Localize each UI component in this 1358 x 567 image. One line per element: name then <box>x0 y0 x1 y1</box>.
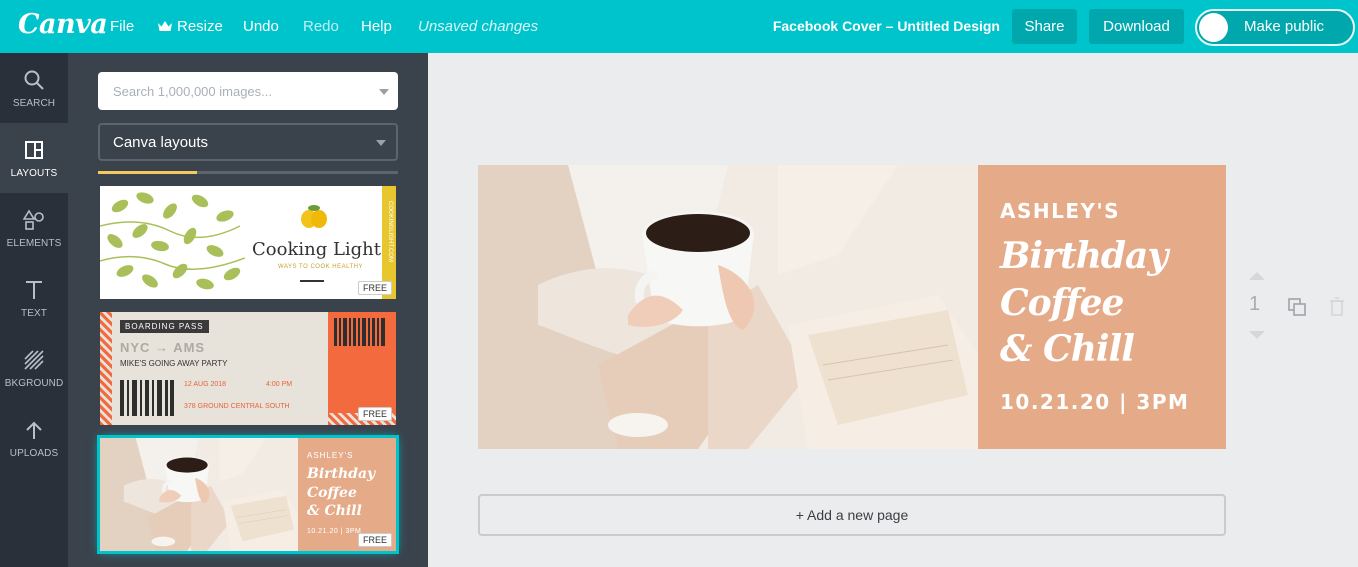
barcode-icon <box>120 380 174 416</box>
shapes-icon <box>23 209 44 230</box>
layout2-route: NYC → AMS <box>120 340 206 355</box>
duplicate-page-icon[interactable] <box>1287 297 1307 317</box>
layout3-line2: Coffee <box>307 485 357 501</box>
lemon-icon <box>301 205 327 228</box>
image-search <box>98 72 398 110</box>
nav-background[interactable]: BKGROUND <box>0 333 68 403</box>
nav-uploads-label: UPLOADS <box>9 448 59 459</box>
free-badge: FREE <box>357 281 392 295</box>
search-input[interactable] <box>98 72 368 110</box>
nav-layouts[interactable]: LAYOUTS <box>0 123 68 193</box>
title-line-3[interactable]: & Chill <box>1000 328 1135 370</box>
save-status: Unsaved changes <box>418 18 539 35</box>
layout-thumb-birthday-coffee[interactable]: ASHLEY'S Birthday Coffee & Chill 10.21.2… <box>97 435 399 554</box>
loading-progress-fill <box>98 171 197 174</box>
left-nav: SEARCH LAYOUTS ELEMENTS TEXT BKGROUND UP… <box>0 53 68 567</box>
layout1-rule <box>300 280 324 282</box>
event-text-box[interactable]: ASHLEY'S Birthday Coffee & Chill 10.21.2… <box>978 165 1226 449</box>
title-line-2[interactable]: Coffee <box>1000 282 1124 324</box>
layout3-line1: Birthday <box>307 466 376 482</box>
layouts-panel: Canva layouts <box>68 53 428 567</box>
nav-uploads[interactable]: UPLOADS <box>0 403 68 473</box>
upload-arrow-icon <box>26 421 42 439</box>
make-public-label: Make public <box>1244 18 1325 35</box>
barcode-small-icon <box>334 318 385 346</box>
share-button[interactable]: Share <box>1012 9 1077 44</box>
page-up-icon[interactable] <box>1249 272 1265 280</box>
background-icon <box>24 350 44 370</box>
text-icon <box>26 281 42 299</box>
add-page-button[interactable]: + Add a new page <box>478 494 1226 536</box>
layout2-tag: BOARDING PASS <box>120 320 209 333</box>
layout3-line3: & Chill <box>307 503 362 519</box>
nav-text[interactable]: TEXT <box>0 263 68 333</box>
canva-logo[interactable]: Canva <box>18 9 108 40</box>
delete-page-icon[interactable] <box>1328 297 1346 317</box>
layout3-photo <box>100 438 298 551</box>
page-down-icon[interactable] <box>1249 331 1265 339</box>
layout1-side-text: COOKINGLIGHT.COM <box>387 201 393 263</box>
layout-thumb-cooking-light[interactable]: Cooking Light WAYS TO COOK HEALTHY COOKI… <box>100 186 396 299</box>
top-bar: Canva File Resize Undo Redo Help Unsaved… <box>0 0 1358 53</box>
layout3-date: 10.21.20 | 3PM <box>307 528 362 535</box>
coffee-photo[interactable] <box>478 165 978 449</box>
free-badge: FREE <box>357 533 392 547</box>
nav-layouts-label: LAYOUTS <box>10 168 58 179</box>
layout1-title: Cooking Light <box>252 239 382 260</box>
chevron-down-icon <box>376 140 386 146</box>
layout2-hatch-stripe <box>100 312 112 425</box>
layout1-subtitle: WAYS TO COOK HEALTHY <box>278 264 364 270</box>
layout-filter-value: Canva layouts <box>113 134 209 151</box>
page-number: 1 <box>1249 293 1261 315</box>
layout3-name: ASHLEY'S <box>307 451 354 460</box>
undo-button[interactable]: Undo <box>243 18 279 35</box>
layout2-time: 4:00 PM <box>266 381 293 388</box>
free-badge: FREE <box>357 407 392 421</box>
help-menu[interactable]: Help <box>361 18 392 35</box>
layout-filter-select[interactable]: Canva layouts <box>98 123 398 161</box>
search-icon <box>24 70 44 90</box>
toggle-knob <box>1199 13 1228 42</box>
search-dropdown-icon[interactable] <box>379 89 389 95</box>
layout2-date: 12 AUG 2018 <box>184 381 227 388</box>
nav-text-label: TEXT <box>21 308 47 319</box>
host-name[interactable]: ASHLEY'S <box>1000 199 1120 223</box>
layout-icon <box>25 141 43 159</box>
redo-button[interactable]: Redo <box>303 18 339 35</box>
layout2-party: MIKE'S GOING AWAY PARTY <box>120 359 228 368</box>
loading-progress-bar <box>98 171 398 174</box>
nav-background-label: BKGROUND <box>4 378 64 389</box>
resize-menu[interactable]: Resize <box>157 18 223 35</box>
layout2-address: 378 GROUND CENTRAL SOUTH <box>184 403 290 410</box>
nav-search-label: SEARCH <box>12 98 56 109</box>
resize-label: Resize <box>177 18 223 35</box>
download-button[interactable]: Download <box>1089 9 1184 44</box>
design-canvas[interactable]: ASHLEY'S Birthday Coffee & Chill 10.21.2… <box>478 165 1226 449</box>
leaves-illustration <box>100 186 245 299</box>
nav-search[interactable]: SEARCH <box>0 53 68 123</box>
make-public-toggle[interactable]: Make public <box>1195 9 1355 46</box>
crown-icon <box>158 21 172 31</box>
event-date[interactable]: 10.21.20 | 3PM <box>1000 390 1189 414</box>
file-menu[interactable]: File <box>110 18 134 35</box>
document-title[interactable]: Facebook Cover – Untitled Design <box>773 18 1000 34</box>
title-line-1[interactable]: Birthday <box>1000 235 1168 277</box>
nav-elements[interactable]: ELEMENTS <box>0 193 68 263</box>
nav-elements-label: ELEMENTS <box>6 238 62 249</box>
layout-thumb-boarding-pass[interactable]: BOARDING PASS NYC → AMS MIKE'S GOING AWA… <box>100 312 396 425</box>
